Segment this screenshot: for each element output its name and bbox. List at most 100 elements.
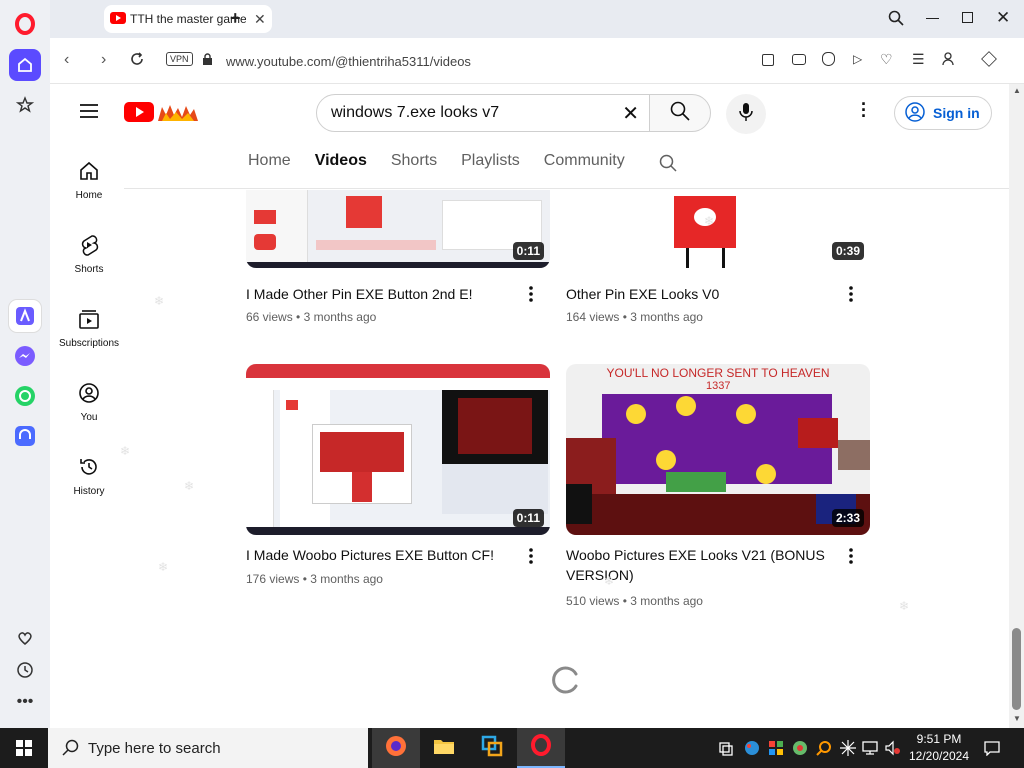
clear-search-icon[interactable]: ✕	[622, 101, 639, 126]
video-menu-icon[interactable]	[528, 548, 546, 570]
history-clock-icon[interactable]	[9, 654, 41, 686]
video-card[interactable]: 0:11 I Made Woobo Pictures EXE Button CF…	[246, 364, 550, 594]
video-views: 164 views	[566, 310, 620, 324]
close-window-icon[interactable]: ✕	[996, 8, 1010, 28]
task-view-icon[interactable]	[718, 740, 734, 756]
voice-search-button[interactable]	[726, 94, 766, 134]
network-icon[interactable]	[862, 740, 878, 756]
tab-videos[interactable]: Videos	[315, 152, 367, 178]
history-icon	[54, 456, 124, 478]
sidebar-speed-dial-icon[interactable]	[9, 89, 41, 121]
forward-icon[interactable]: ›	[101, 51, 106, 69]
hamburger-menu-icon[interactable]	[80, 104, 98, 123]
vpn-badge[interactable]: VPN	[166, 52, 193, 66]
restore-icon[interactable]	[962, 12, 973, 23]
system-clock[interactable]: 9:51 PM 12/20/2024	[906, 731, 972, 765]
opera-logo-icon[interactable]	[9, 8, 41, 40]
video-thumbnail[interactable]: YOU'LL NO LONGER SENT TO HEAVEN 1337 2:3…	[566, 364, 870, 535]
whatsapp-icon[interactable]	[9, 380, 41, 412]
video-thumbnail[interactable]: 0:11	[246, 190, 550, 268]
search-button[interactable]	[649, 94, 711, 132]
tray-app-grid-icon[interactable]	[768, 740, 784, 756]
meta-separator: •	[296, 310, 301, 324]
video-menu-icon[interactable]	[848, 286, 866, 308]
messenger-icon[interactable]	[9, 340, 41, 372]
sidebar-home-icon[interactable]	[9, 49, 41, 81]
tab-community[interactable]: Community	[544, 152, 625, 178]
account-circle-icon	[905, 101, 925, 125]
tabs-divider	[124, 188, 1009, 189]
video-age: 3 months ago	[310, 572, 383, 586]
guide-item-shorts[interactable]: Shorts	[54, 234, 124, 275]
browser-tab[interactable]: TTH the master gamer ✕	[104, 5, 272, 33]
search-magnifier-icon	[62, 739, 80, 761]
profile-icon[interactable]	[942, 52, 954, 71]
player-icon[interactable]: ▷	[853, 52, 862, 66]
search-input[interactable]: windows 7.exe looks v7 ✕	[316, 94, 650, 132]
taskbar-file-explorer[interactable]	[420, 728, 468, 768]
taskbar-search-box[interactable]: Type here to search	[48, 728, 368, 768]
settings-more-icon[interactable]: · · ·	[861, 95, 867, 125]
taskbar-firefox[interactable]	[372, 728, 420, 768]
video-card[interactable]: 0:39 Other Pin EXE Looks V0 164 views • …	[566, 190, 870, 330]
page-scrollbar[interactable]: ▲ ▼	[1009, 84, 1024, 728]
tab-search-icon[interactable]	[888, 10, 904, 31]
windows-start-icon[interactable]	[16, 740, 32, 761]
guide-item-subscriptions[interactable]: Subscriptions	[54, 308, 124, 349]
tab-home[interactable]: Home	[248, 152, 291, 178]
video-meta: 176 views • 3 months ago	[246, 572, 383, 586]
back-icon[interactable]: ‹	[64, 51, 69, 69]
more-options-icon[interactable]: •••	[9, 686, 41, 718]
video-title[interactable]: I Made Other Pin EXE Button 2nd E!	[246, 284, 516, 304]
tray-app-puzzle-icon[interactable]	[792, 740, 808, 756]
loading-spinner-icon	[552, 666, 580, 699]
video-thumbnail[interactable]: 0:39	[566, 190, 870, 268]
easy-setup-icon[interactable]: ☰	[912, 51, 925, 68]
video-duration: 0:11	[512, 509, 544, 527]
video-thumbnail[interactable]: 0:11	[246, 364, 550, 535]
favorites-heart-icon[interactable]	[9, 622, 41, 654]
edit-page-icon[interactable]	[762, 54, 774, 66]
music-player-icon[interactable]	[9, 420, 41, 452]
taskbar-app-blue[interactable]	[468, 728, 516, 768]
thumbnail-subcaption: 1337	[706, 380, 731, 392]
video-meta: 66 views • 3 months ago	[246, 310, 376, 324]
volume-muted-icon[interactable]	[884, 740, 900, 756]
video-views: 176 views	[246, 572, 300, 586]
scrollbar-thumb[interactable]	[1012, 628, 1021, 710]
video-card[interactable]: 0:11 I Made Other Pin EXE Button 2nd E! …	[246, 190, 550, 330]
lock-icon[interactable]	[202, 53, 213, 71]
notifications-icon[interactable]	[984, 740, 1000, 757]
guide-item-home[interactable]: Home	[54, 160, 124, 201]
minimize-icon[interactable]	[926, 18, 939, 19]
tab-shorts[interactable]: Shorts	[391, 152, 437, 178]
channel-search-icon[interactable]	[659, 154, 677, 178]
aria-icon[interactable]	[9, 300, 41, 332]
guide-item-history[interactable]: History	[54, 456, 124, 497]
reload-icon[interactable]	[130, 52, 144, 71]
bookmark-heart-icon[interactable]: ♡	[880, 51, 893, 68]
scroll-down-arrow-icon[interactable]: ▼	[1013, 714, 1021, 723]
video-menu-icon[interactable]	[848, 548, 866, 570]
video-title[interactable]: Other Pin EXE Looks V0	[566, 284, 836, 304]
snowflake-icon: ❄	[899, 599, 910, 613]
url-field[interactable]: www.youtube.com/@thientriha5311/videos	[226, 46, 986, 76]
youtube-logo-icon[interactable]	[124, 101, 200, 128]
taskbar-opera[interactable]	[517, 728, 565, 768]
ad-blocker-icon[interactable]	[822, 52, 835, 66]
video-menu-icon[interactable]	[528, 286, 546, 308]
sign-in-button[interactable]: Sign in	[894, 96, 992, 130]
guide-item-you[interactable]: You	[54, 382, 124, 423]
new-tab-icon[interactable]: +	[230, 8, 241, 29]
taskbar-search-placeholder: Type here to search	[88, 739, 221, 757]
tab-playlists[interactable]: Playlists	[461, 152, 520, 178]
clock-date: 12/20/2024	[908, 749, 970, 763]
address-bar: ‹ › VPN www.youtube.com/@thientriha5311/…	[50, 38, 1024, 84]
tray-brightness-icon[interactable]	[840, 740, 856, 756]
tab-close-icon[interactable]: ✕	[254, 11, 266, 28]
snapshot-camera-icon[interactable]	[792, 54, 806, 65]
tray-app-paint-icon[interactable]	[744, 740, 760, 756]
scroll-up-arrow-icon[interactable]: ▲	[1013, 86, 1021, 95]
video-title[interactable]: I Made Woobo Pictures EXE Button CF!	[246, 545, 516, 565]
tray-search-orange-icon[interactable]	[816, 740, 832, 756]
